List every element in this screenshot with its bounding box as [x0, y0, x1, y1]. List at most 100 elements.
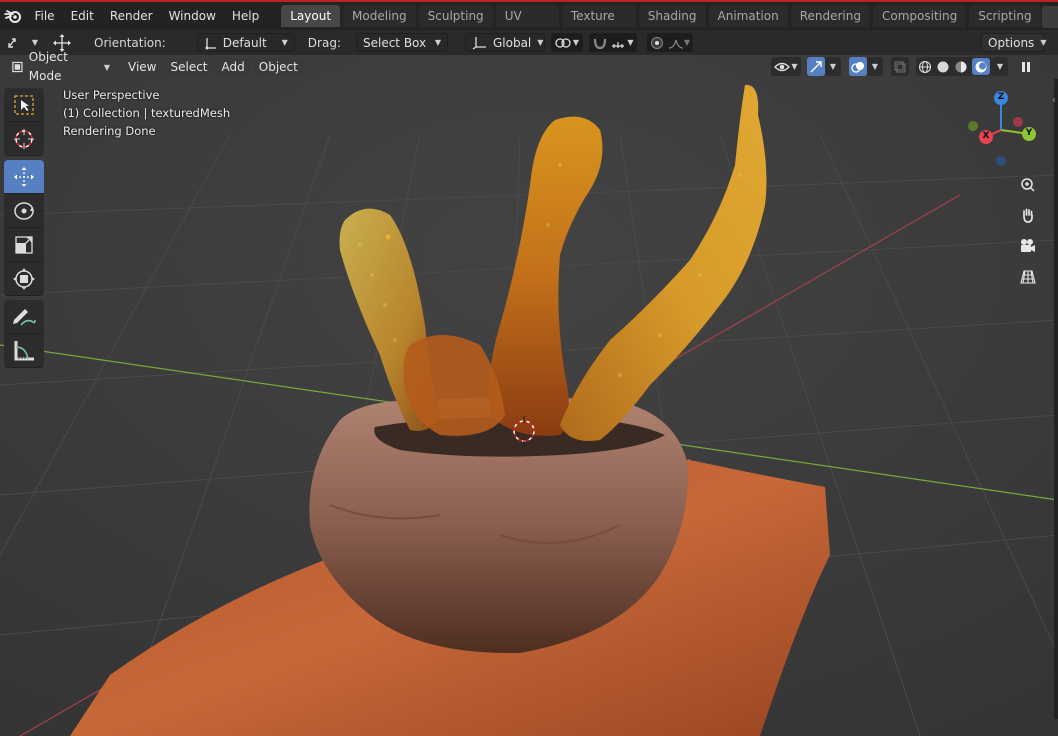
shading-dropdown[interactable]: ▼: [992, 57, 1008, 76]
object-menu[interactable]: Object: [252, 57, 304, 77]
camera-view-button[interactable]: [1015, 233, 1041, 259]
tab-uv-editing[interactable]: UV Editing: [495, 5, 559, 45]
sidebar-collapse-strip[interactable]: [1054, 79, 1058, 719]
shading-mode-group[interactable]: [916, 57, 992, 76]
tool-move[interactable]: [4, 160, 44, 194]
3d-viewport[interactable]: User Perspective (1) Collection | textur…: [0, 55, 1058, 736]
pivot-point-dropdown[interactable]: ▼: [550, 33, 583, 52]
menu-edit[interactable]: Edit: [63, 5, 102, 27]
gizmo-toggle-button[interactable]: [807, 57, 825, 76]
rendered-shading-icon: [975, 61, 987, 72]
material-shading-icon[interactable]: [954, 60, 968, 74]
orientation-dropdown[interactable]: Default ▼: [196, 33, 295, 52]
workspace-tabs: Layout Modeling Sculpting UV Editing Tex…: [281, 5, 1058, 45]
camera-icon: [1021, 239, 1035, 252]
zoom-button[interactable]: [1015, 172, 1041, 198]
overlays-toggle-button[interactable]: [849, 57, 867, 76]
tab-rendering[interactable]: Rendering: [790, 5, 870, 27]
add-menu[interactable]: Add: [215, 57, 251, 77]
chevron-down-icon: ▼: [871, 62, 879, 71]
select-menu[interactable]: Select: [164, 57, 214, 77]
viewport-collection-label: (1) Collection | texturedMesh: [63, 106, 231, 120]
transform-icon: [13, 267, 35, 290]
tool-settings-header: ▼ Orientation: Default ▼ Drag: Select Bo…: [0, 30, 1058, 55]
tab-texture-paint[interactable]: Texture Paint: [561, 5, 636, 45]
chevron-down-icon: ▼: [31, 38, 39, 47]
tool-measure[interactable]: [4, 334, 44, 368]
overlays-icon: [851, 61, 864, 73]
chevron-down-icon: ▼: [683, 38, 691, 47]
sidebar-toggle-icon[interactable]: ‹: [1052, 95, 1056, 106]
menu-help[interactable]: Help: [224, 5, 267, 27]
xray-icon: [894, 61, 906, 72]
measure-icon: [14, 340, 34, 360]
xray-toggle-button[interactable]: [891, 57, 909, 76]
tab-layout[interactable]: Layout: [281, 5, 341, 27]
options-dropdown[interactable]: Options ▼: [981, 33, 1046, 52]
orientation-icon: [205, 37, 216, 49]
tool-annotate[interactable]: [4, 300, 44, 334]
gizmo-x-label: X: [982, 131, 990, 141]
mode-dropdown[interactable]: Object Mode ▼: [5, 50, 116, 83]
chevron-down-icon: ▼: [829, 62, 837, 71]
rotate-icon: [14, 201, 34, 220]
visibility-dropdown[interactable]: ▼: [771, 57, 801, 76]
view-menu[interactable]: View: [122, 57, 163, 77]
ortho-toggle-button[interactable]: [1015, 264, 1041, 290]
pause-icon: [1022, 61, 1030, 72]
left-toolbar: [4, 88, 44, 372]
snapping-dropdown[interactable]: ▼: [588, 33, 637, 52]
pause-render-button[interactable]: [1016, 57, 1036, 76]
object-origin-icon: [385, 234, 391, 240]
wireframe-shading-icon[interactable]: [918, 60, 932, 74]
viewport-header: Object Mode ▼ View Select Add Object ▼ ▼…: [0, 50, 1058, 83]
tab-shading[interactable]: Shading: [638, 5, 706, 27]
overlays-dropdown[interactable]: ▼: [867, 57, 883, 76]
viewport-scene: [0, 55, 1058, 736]
menu-render[interactable]: Render: [102, 5, 161, 27]
drag-value: Select Box: [362, 35, 427, 50]
select-box-icon: [14, 94, 34, 115]
tool-cursor[interactable]: [4, 122, 44, 156]
solid-shading-icon[interactable]: [936, 60, 950, 74]
falloff-curve-icon: [668, 39, 683, 49]
rendered-shading-button[interactable]: [972, 58, 990, 75]
pivot-link-icon: [555, 37, 571, 48]
chevron-down-icon: ▼: [281, 38, 288, 47]
transform-orientation-dropdown[interactable]: Global ▼: [464, 33, 545, 52]
eye-icon: [774, 62, 791, 71]
orientation-value: Default: [222, 35, 267, 50]
hand-pan-icon: [1023, 208, 1033, 223]
scene-selector-icon[interactable]: [1042, 6, 1058, 28]
annotate-icon: [13, 308, 36, 326]
tool-select-box[interactable]: [4, 88, 44, 122]
transform-orientation-value: Global: [492, 35, 532, 50]
gizmo-y-label: Y: [1025, 128, 1033, 138]
tool-transform[interactable]: [4, 262, 44, 296]
chevron-down-icon: ▼: [996, 62, 1004, 71]
global-axes-icon: [472, 36, 486, 50]
object-mode-icon: [12, 61, 23, 73]
proportional-editing-group[interactable]: ▼: [646, 33, 693, 52]
cursor-icon: [14, 128, 34, 149]
menu-window[interactable]: Window: [161, 5, 224, 27]
gizmo-icon: [810, 60, 822, 72]
grid-ortho-icon: [1020, 270, 1036, 284]
tool-scale[interactable]: [4, 228, 44, 262]
snap-increment-icon: [612, 41, 625, 48]
tab-sculpting[interactable]: Sculpting: [418, 5, 493, 27]
drag-dropdown[interactable]: Select Box ▼: [355, 33, 448, 52]
tab-modeling[interactable]: Modeling: [343, 5, 416, 27]
pan-button[interactable]: [1015, 202, 1041, 228]
tab-animation[interactable]: Animation: [708, 5, 788, 27]
menu-file[interactable]: File: [26, 5, 62, 27]
tool-rotate[interactable]: [4, 194, 44, 228]
tab-compositing[interactable]: Compositing: [872, 5, 967, 27]
tab-scripting[interactable]: Scripting: [969, 5, 1041, 27]
gizmo-dropdown[interactable]: ▼: [825, 57, 841, 76]
chevron-down-icon: ▼: [572, 38, 580, 47]
blender-logo-icon[interactable]: [0, 2, 26, 30]
drag-label: Drag:: [307, 35, 341, 50]
viewport-perspective-label: User Perspective: [63, 88, 160, 102]
mode-value: Object Mode: [28, 50, 68, 83]
